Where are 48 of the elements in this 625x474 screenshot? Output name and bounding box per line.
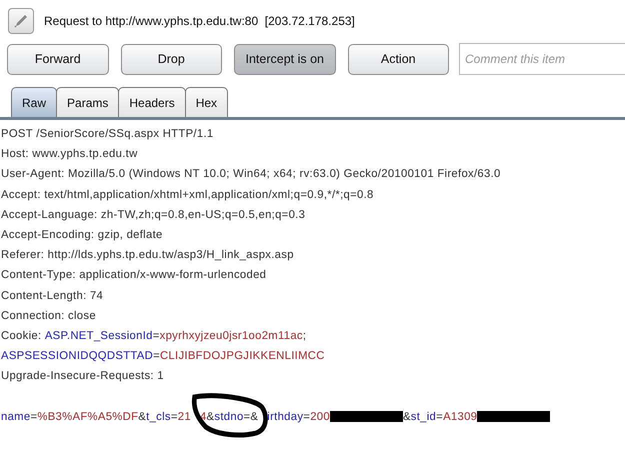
request-text: Content-Length: 74 <box>1 288 104 304</box>
request-text: = <box>30 410 38 425</box>
parameter-name: name <box>1 410 30 425</box>
request-text: Accept-Encoding: gzip, deflate <box>1 228 163 243</box>
parameter-value: xpyrhxyjzeu0jsr1oo2m11ac <box>160 328 303 344</box>
parameter-name: stdno <box>214 410 244 425</box>
toolbar-button[interactable]: Drop <box>120 44 222 74</box>
request-text: ; <box>302 328 306 344</box>
request-text: = <box>303 410 310 425</box>
request-text: Host: www.yphs.tp.edu.tw <box>1 147 138 162</box>
edit-button[interactable] <box>8 8 34 34</box>
toolbar-button[interactable]: Forward <box>7 44 108 74</box>
view-tab[interactable]: Params <box>56 87 120 117</box>
request-text: Upgrade-Insecure-Requests: 1 <box>1 369 164 384</box>
request-text: = <box>153 349 160 364</box>
toolbar-button[interactable]: Intercept is on <box>234 44 336 74</box>
parameter-name: ASP.NET_SessionId <box>44 328 153 344</box>
request-text: Cookie: <box>1 328 42 344</box>
request-text: & <box>138 410 146 425</box>
pencil-icon <box>13 12 29 28</box>
view-tab[interactable]: Headers <box>118 87 186 117</box>
parameter-value: CLIJIBFDOJPGJIKKENLIIMCC <box>160 349 325 364</box>
toolbar-button[interactable]: Action <box>348 44 449 74</box>
request-text: Content-Type: application/x-www-form-urlencoded <box>1 268 266 284</box>
view-tab[interactable]: Hex <box>184 87 228 117</box>
request-text: & <box>402 410 411 425</box>
parameter-name: t_cls <box>146 410 171 425</box>
comment-field[interactable]: Comment this item <box>459 43 625 75</box>
request-text: =& <box>244 410 258 425</box>
request-title: Request to http://www.yphs.tp.edu.tw:80 [203.72.178.253] <box>44 14 355 28</box>
parameter-value: 21 <box>178 410 191 425</box>
request-text: Accept: text/html,application/xhtml+xml,application/xml;q=0.9,*/*;q=0.8 <box>1 188 374 203</box>
request-text: & <box>206 410 214 425</box>
request-text: Connection: close <box>1 308 96 324</box>
view-tab[interactable]: Raw <box>11 87 58 117</box>
parameter-name: irthday <box>267 410 304 425</box>
request-text: = <box>436 410 444 425</box>
request-text: = <box>152 328 160 344</box>
parameter-name: st_id <box>410 410 436 425</box>
request-text: User-Agent: Mozilla/5.0 (Windows NT 10.0; Win64; x64; rv:63.0) Gecko/20100101 Firefox/63.0 <box>1 167 501 182</box>
request-text: = <box>170 410 178 425</box>
request-text: POST /SeniorScore/SSq.aspx HTTP/1.1 <box>1 127 214 142</box>
parameter-name: ASPSESSIONIDQQDSTTAD <box>1 349 154 364</box>
parameter-value: 200 <box>310 410 330 425</box>
parameter-value: %B3%AF%A5%DF <box>37 410 138 425</box>
request-text: Accept-Language: zh-TW,zh;q=0.8,en-US;q=0.5,en;q=0.3 <box>1 208 306 223</box>
parameter-value: A1309 <box>443 410 478 425</box>
request-text: Referer: http://lds.yphs.tp.edu.tw/asp3/H_link_aspx.asp <box>1 248 294 264</box>
